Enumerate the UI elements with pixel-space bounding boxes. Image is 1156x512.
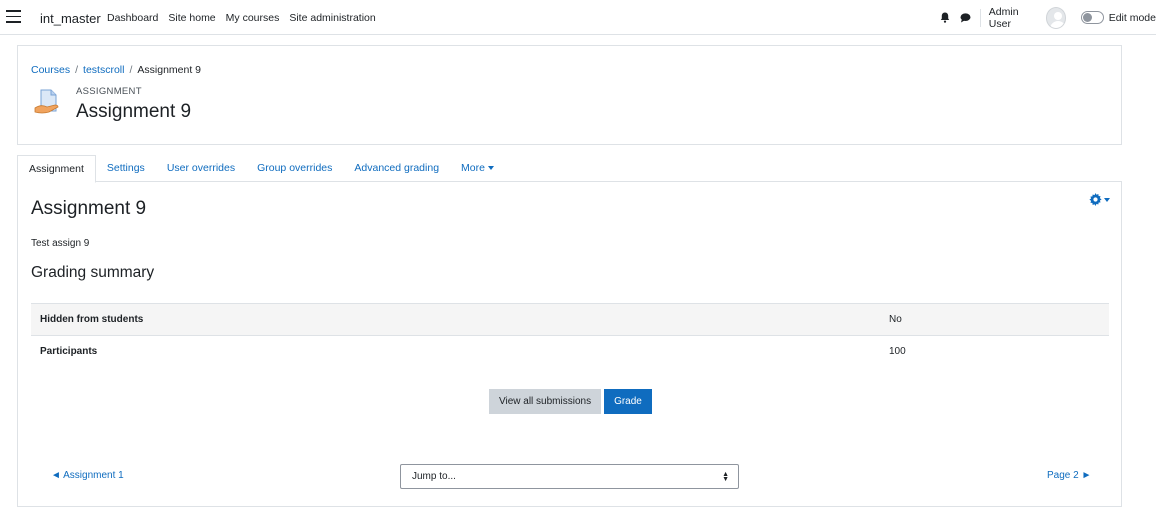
breadcrumb-courses[interactable]: Courses xyxy=(31,64,70,76)
view-all-submissions-button[interactable]: View all submissions xyxy=(489,389,602,414)
nav-dashboard[interactable]: Dashboard xyxy=(107,12,158,24)
tab-assignment[interactable]: Assignment xyxy=(17,155,96,183)
gear-icon xyxy=(1089,193,1102,206)
previous-activity-link[interactable]: ◄ Assignment 1 xyxy=(51,470,124,481)
top-navbar: int_master Dashboard Site home My course… xyxy=(0,0,1156,35)
breadcrumb-current: Assignment 9 xyxy=(137,64,202,76)
chevron-down-icon xyxy=(1104,197,1110,202)
summary-label: Participants xyxy=(40,346,98,357)
nav-my-courses[interactable]: My courses xyxy=(226,12,280,24)
edit-mode-toggle[interactable] xyxy=(1081,11,1104,24)
tab-more[interactable]: More xyxy=(450,155,505,182)
tab-settings[interactable]: Settings xyxy=(96,155,156,182)
assignment-icon xyxy=(33,88,61,118)
summary-label: Hidden from students xyxy=(40,314,144,325)
activity-type-label: ASSIGNMENT xyxy=(76,86,142,97)
grading-summary-heading: Grading summary xyxy=(31,264,155,281)
primary-navigation: Dashboard Site home My courses Site admi… xyxy=(107,12,376,24)
main-content: Assignment 9 Test assign 9 Grading summa… xyxy=(17,182,1122,507)
next-activity-link[interactable]: Page 2 ► xyxy=(1047,470,1091,481)
nav-site-home[interactable]: Site home xyxy=(168,12,215,24)
tab-more-label: More xyxy=(461,162,485,174)
grade-button[interactable]: Grade xyxy=(604,389,652,414)
page-title: Assignment 9 xyxy=(76,101,192,122)
breadcrumb-separator: / xyxy=(75,64,79,76)
tab-user-overrides[interactable]: User overrides xyxy=(156,155,246,182)
user-avatar[interactable] xyxy=(1045,6,1067,29)
breadcrumb-separator: / xyxy=(129,64,133,76)
page-header: Courses / testscroll / Assignment 9 ASSI… xyxy=(17,45,1122,145)
activity-heading: Assignment 9 xyxy=(31,198,147,219)
table-row: Hidden from students No xyxy=(31,303,1109,336)
navbar-user-area: Admin User Edit mode xyxy=(935,0,1156,35)
breadcrumb-testscroll[interactable]: testscroll xyxy=(83,64,124,76)
summary-value: 100 xyxy=(889,346,906,357)
secondary-navigation-tabs: Assignment Settings User overrides Group… xyxy=(17,155,1122,183)
actions-menu[interactable] xyxy=(1089,193,1110,206)
menu-hamburger-icon[interactable] xyxy=(6,10,21,23)
table-row: Participants 100 xyxy=(31,335,1109,368)
select-arrows-icon: ▲ ▼ xyxy=(722,471,729,483)
summary-value: No xyxy=(889,314,902,325)
submission-actions: View all submissions Grade xyxy=(489,389,652,414)
breadcrumb: Courses / testscroll / Assignment 9 xyxy=(31,64,201,76)
navbar-divider xyxy=(979,8,981,27)
jump-to-value: Jump to... xyxy=(412,471,456,482)
notifications-bell-icon[interactable] xyxy=(935,0,955,35)
nav-site-administration[interactable]: Site administration xyxy=(289,12,375,24)
jump-to-select[interactable]: Jump to... ▲ ▼ xyxy=(400,464,739,489)
edit-mode-label: Edit mode xyxy=(1108,11,1156,24)
tab-group-overrides[interactable]: Group overrides xyxy=(246,155,343,182)
chevron-down-icon xyxy=(487,166,494,171)
tab-advanced-grading[interactable]: Advanced grading xyxy=(343,155,450,182)
activity-description: Test assign 9 xyxy=(31,238,90,249)
grading-summary-table: Hidden from students No Participants 100 xyxy=(31,303,1109,368)
user-name[interactable]: Admin User xyxy=(989,6,1040,30)
site-brand[interactable]: int_master xyxy=(40,11,101,26)
messages-chat-icon[interactable] xyxy=(955,0,975,35)
